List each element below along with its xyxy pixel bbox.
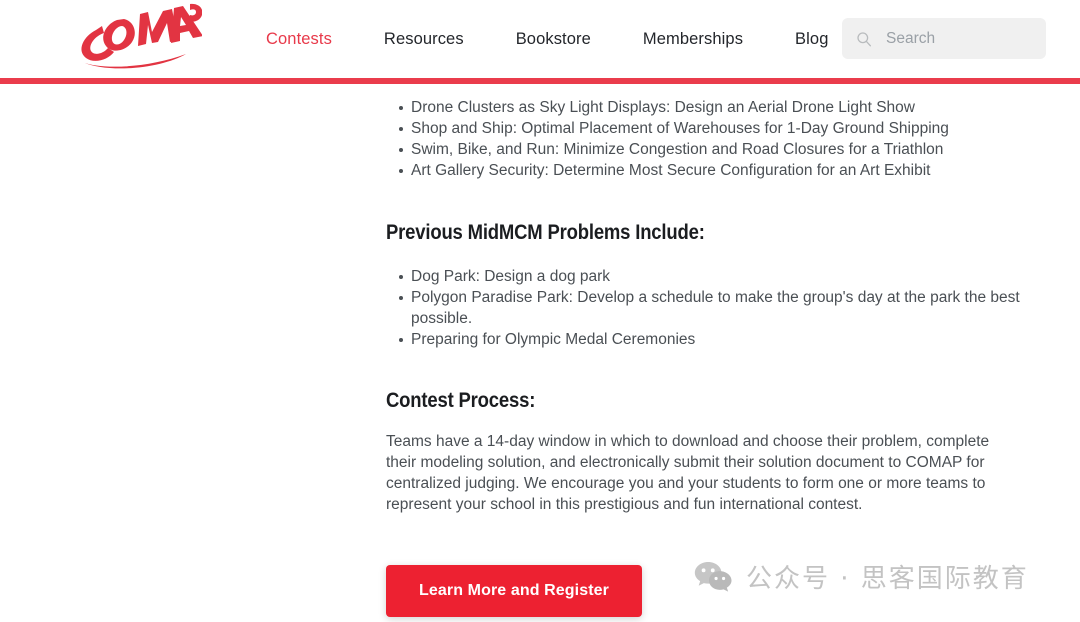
main-navigation: Contests Resources Bookstore Memberships… (240, 0, 854, 78)
site-header: Contests Resources Bookstore Memberships… (0, 0, 1080, 84)
list-item: Art Gallery Security: Determine Most Sec… (386, 160, 1026, 181)
search-input[interactable] (884, 28, 1028, 49)
list-item: Dog Park: Design a dog park (386, 266, 1026, 287)
header-accent-rule (0, 78, 1080, 84)
list-item: Polygon Paradise Park: Develop a schedul… (386, 287, 1026, 329)
contest-process-paragraph: Teams have a 14-day window in which to d… (386, 433, 990, 513)
contest-process-heading: Contest Process: (386, 389, 536, 412)
nav-item-contests[interactable]: Contests (240, 30, 358, 49)
nav-item-bookstore[interactable]: Bookstore (490, 30, 617, 49)
nav-item-memberships[interactable]: Memberships (617, 30, 769, 49)
problem-list: Drone Clusters as Sky Light Displays: De… (386, 97, 1026, 181)
content-column: Drone Clusters as Sky Light Displays: De… (386, 78, 1026, 617)
list-item: Swim, Bike, and Run: Minimize Congestion… (386, 139, 1026, 160)
previous-problem-list: Dog Park: Design a dog park Polygon Para… (386, 266, 1026, 350)
list-item: Drone Clusters as Sky Light Displays: De… (386, 97, 1026, 118)
search-icon (857, 31, 872, 46)
comap-logo[interactable] (62, 2, 202, 74)
nav-item-resources[interactable]: Resources (358, 30, 490, 49)
search-box[interactable] (842, 18, 1046, 59)
learn-more-and-register-button[interactable]: Learn More and Register (386, 565, 642, 617)
list-item: Preparing for Olympic Medal Ceremonies (386, 329, 1026, 350)
previous-problems-heading: Previous MidMCM Problems Include: (386, 221, 705, 244)
list-item: Shop and Ship: Optimal Placement of Ware… (386, 118, 1026, 139)
